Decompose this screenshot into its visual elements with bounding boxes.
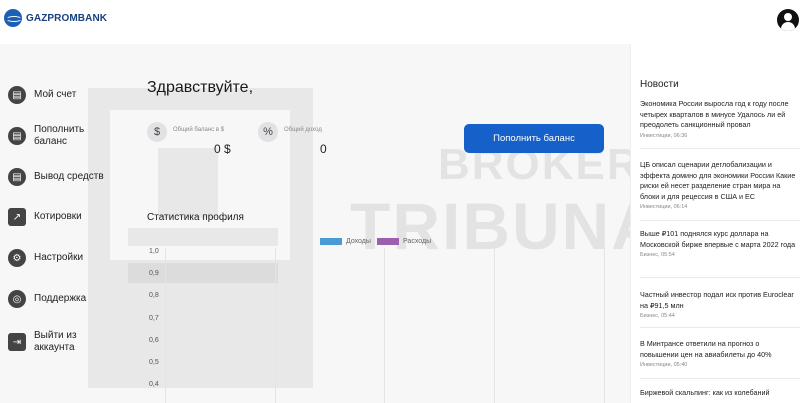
sidebar-item-withdraw[interactable]: ▤ Вывод средств [8,168,114,186]
y-tick-label: 0,5 [149,359,159,366]
sidebar-item-deposit[interactable]: ▤ Пополнить баланс [8,124,114,148]
news-item[interactable]: Биржевой скальпинг: как из колебаний [640,388,800,399]
sidebar-item-label: Мой счет [34,89,77,100]
news-divider [640,277,800,278]
news-item[interactable]: Экономика России выросла год к году посл… [640,99,800,139]
news-meta: Инвестиции, 05:40 [640,362,688,368]
chart-gridline [165,248,166,403]
sidebar-item-label: Поддержка [34,293,87,304]
sidebar-item-settings[interactable]: ⚙ Настройки [8,249,114,267]
sidebar-item-support[interactable]: ◎ Поддержка [8,290,114,308]
topup-balance-button[interactable]: Пополнить баланс [464,124,604,153]
news-headline: Частный инвестор подал иск против Eurocl… [640,290,794,310]
y-tick-label: 0,6 [149,337,159,344]
wallet-icon: ▤ [8,86,26,104]
news-headline: Биржевой скальпинг: как из колебаний [640,388,770,397]
sidebar-item-label: Выйти из аккаунта [34,330,77,353]
withdraw-icon: ▤ [8,168,26,186]
chart-line-icon: ↗ [8,208,26,226]
brand-logo-icon [4,9,22,27]
sidebar-item-label: Котировки [34,211,82,222]
chart-gridline [384,248,385,403]
legend-item-income[interactable]: Доходы [320,238,371,245]
legend-swatch-expenses [377,238,399,245]
chart-gridline [275,248,276,403]
news-meta: Бизнес, 05:54 [640,252,675,258]
legend-label-income: Доходы [346,238,371,245]
dollar-icon: $ [147,122,167,142]
logout-icon: ⇥ [8,333,26,351]
news-meta: Бизнес, 05:44 [640,313,675,319]
y-tick-label: 0,7 [149,315,159,322]
brand-logo[interactable]: GAZPROMBANK [4,9,107,27]
legend-swatch-income [320,238,342,245]
sidebar-item-logout[interactable]: ⇥ Выйти из аккаунта [8,330,114,354]
legend-item-expenses[interactable]: Расходы [377,238,431,245]
news-headline: Экономика России выросла год к году посл… [640,99,789,129]
news-divider [640,220,800,221]
news-headline: В Минтрансе ответили на прогноз о повыше… [640,339,772,359]
sidebar-item-label: Пополнить баланс [34,124,85,147]
y-tick-label: 0,8 [149,292,159,299]
sidebar-item-label: Настройки [34,252,84,263]
news-item[interactable]: Выше ₽101 поднялся курс доллара на Моско… [640,229,800,258]
news-item[interactable]: В Минтрансе ответили на прогноз о повыше… [640,339,800,368]
news-item[interactable]: Частный инвестор подал иск против Eurocl… [640,290,800,319]
user-account-icon[interactable] [777,9,799,31]
y-tick-label: 0,9 [149,270,159,277]
percent-icon: % [258,122,278,142]
y-tick-label: 1,0 [149,248,159,255]
income-value: 0 [320,142,327,156]
news-meta: Инвестиции, 06:36 [640,132,688,139]
news-headline: Выше ₽101 поднялся курс доллара на Моско… [640,229,796,249]
sidebar-item-my-account[interactable]: ▤ Мой счет [8,86,114,104]
chart-gridline [604,248,605,403]
sidebar-item-label: Вывод средств [34,171,104,182]
chart-gridline [494,248,495,403]
income-label: Общий доход [284,127,322,133]
chart-title: Статистика профиля [147,212,244,223]
sidebar-item-quotes[interactable]: ↗ Котировки [8,208,114,226]
news-panel: Новости Экономика России выросла год к г… [630,44,800,403]
news-divider [640,148,800,149]
news-item[interactable]: ЦБ описал сценарии деглобализации и эффе… [640,160,800,210]
deposit-icon: ▤ [8,127,26,145]
top-bar: GAZPROMBANK [0,0,800,44]
news-divider [640,327,800,328]
news-divider [640,378,800,379]
brand-name: GAZPROMBANK [26,12,108,24]
y-tick-label: 0,4 [149,381,159,388]
page-title: Здравствуйте, [147,79,254,96]
legend-label-expenses: Расходы [403,238,432,245]
lifebuoy-icon: ◎ [8,290,26,308]
gear-icon: ⚙ [8,249,26,267]
news-title: Новости [640,79,679,90]
news-meta: Инвестиции, 06:14 [640,204,688,210]
balance-label: Общий баланс в $ [173,127,225,133]
balance-value: 0 $ [214,142,231,156]
news-headline: ЦБ описал сценарии деглобализации и эффе… [640,160,796,201]
